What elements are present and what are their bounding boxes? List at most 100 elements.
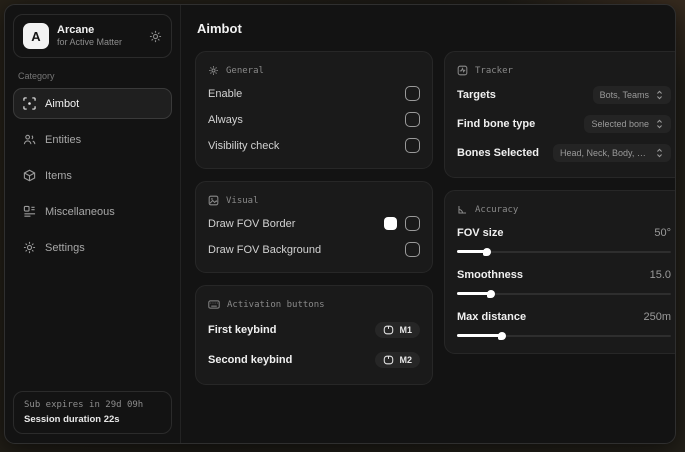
setting-label: Visibility check bbox=[208, 139, 280, 152]
always-checkbox[interactable] bbox=[405, 112, 420, 127]
slider-fill bbox=[457, 331, 506, 340]
tracker-row-bones-selected: Bones Selected Head, Neck, Body, Pe... bbox=[457, 140, 671, 166]
visual-card-header: Visual bbox=[208, 191, 420, 212]
layout-list-icon bbox=[23, 205, 36, 218]
accuracy-card-header: Accuracy bbox=[457, 200, 671, 221]
slider-header: Smoothness 15.0 bbox=[457, 263, 671, 286]
activation-card-header: Activation buttons bbox=[208, 295, 420, 316]
mouse-icon bbox=[383, 355, 394, 365]
keybind-row-second: Second keybind M2 bbox=[208, 346, 420, 373]
tracker-card: Tracker Targets Bots, Teams Find bone ty… bbox=[444, 51, 675, 178]
find-bone-type-value: Selected bone bbox=[591, 119, 649, 129]
tracker-label: Targets bbox=[457, 89, 496, 101]
bones-selected-select[interactable]: Head, Neck, Body, Pe... bbox=[553, 144, 671, 162]
second-keybind-button[interactable]: M2 bbox=[375, 351, 420, 368]
max-distance-slider[interactable] bbox=[457, 331, 671, 340]
activation-card-title: Activation buttons bbox=[227, 299, 325, 310]
general-card-header: General bbox=[208, 61, 420, 82]
visibility-check-checkbox[interactable] bbox=[405, 138, 420, 153]
slider-group-smoothness: Smoothness 15.0 bbox=[457, 263, 671, 298]
find-bone-type-select[interactable]: Selected bone bbox=[584, 115, 671, 133]
sidebar-item-label: Items bbox=[45, 169, 72, 182]
slider-label: Max distance bbox=[457, 310, 527, 323]
tracker-card-header: Tracker bbox=[457, 61, 671, 82]
slider-fill bbox=[457, 247, 491, 256]
mouse-icon bbox=[383, 325, 394, 335]
targets-value: Bots, Teams bbox=[599, 90, 649, 100]
fov-size-slider[interactable] bbox=[457, 247, 671, 256]
keybind-label: First keybind bbox=[208, 323, 277, 336]
keyboard-icon bbox=[208, 299, 220, 310]
fov-border-color-swatch[interactable] bbox=[384, 217, 397, 230]
keybind-row-first: First keybind M1 bbox=[208, 316, 420, 343]
tracker-label: Bones Selected bbox=[457, 147, 539, 159]
setting-label: Draw FOV Background bbox=[208, 243, 322, 256]
setting-label: Always bbox=[208, 113, 243, 126]
unfold-icon bbox=[655, 90, 664, 100]
sidebar-item-label: Entities bbox=[45, 133, 82, 146]
slider-value: 250m bbox=[643, 310, 671, 323]
tracker-row-find-bone-type: Find bone type Selected bone bbox=[457, 111, 671, 137]
keybind-label: Second keybind bbox=[208, 353, 293, 366]
slider-header: FOV size 50° bbox=[457, 221, 671, 244]
smoothness-slider[interactable] bbox=[457, 289, 671, 298]
visual-card-title: Visual bbox=[226, 195, 259, 206]
sidebar-item-label: Settings bbox=[45, 241, 85, 254]
general-card-title: General bbox=[226, 65, 264, 76]
draw-fov-border-checkbox[interactable] bbox=[405, 216, 420, 231]
unfold-icon bbox=[655, 148, 664, 158]
slider-fill bbox=[457, 289, 496, 298]
gear-icon bbox=[23, 241, 36, 254]
setting-label: Enable bbox=[208, 87, 243, 100]
keybind-value: M2 bbox=[399, 354, 412, 365]
draw-fov-background-checkbox[interactable] bbox=[405, 242, 420, 257]
sidebar-item-aimbot[interactable]: Aimbot bbox=[13, 88, 172, 119]
general-gear-icon bbox=[208, 65, 219, 76]
brand-title: Arcane bbox=[57, 23, 95, 36]
enable-checkbox[interactable] bbox=[405, 86, 420, 101]
accuracy-card: Accuracy FOV size 50° Smoothness 15.0 Ma… bbox=[444, 190, 675, 354]
slider-thumb[interactable] bbox=[487, 289, 496, 298]
activation-buttons-card: Activation buttons First keybind M1 Seco… bbox=[195, 285, 433, 385]
sidebar-item-items[interactable]: Items bbox=[13, 160, 172, 191]
sidebar-item-label: Aimbot bbox=[45, 97, 80, 110]
tracker-row-targets: Targets Bots, Teams bbox=[457, 82, 671, 108]
brand-header: A Arcane for Active Matter bbox=[13, 14, 172, 58]
cube-icon bbox=[23, 169, 36, 182]
setting-label: Draw FOV Border bbox=[208, 217, 296, 230]
sidebar-item-label: Miscellaneous bbox=[45, 205, 115, 218]
slider-thumb[interactable] bbox=[497, 331, 506, 340]
tracker-card-title: Tracker bbox=[475, 65, 513, 76]
main-panel: Aimbot General Enable Always Visibility … bbox=[181, 5, 675, 443]
unfold-icon bbox=[655, 119, 664, 129]
sidebar-item-settings[interactable]: Settings bbox=[13, 232, 172, 263]
slider-label: Smoothness bbox=[457, 268, 524, 281]
tracker-label: Find bone type bbox=[457, 118, 536, 130]
category-label: Category bbox=[18, 71, 55, 81]
session-duration-text: Session duration 22s bbox=[24, 414, 120, 425]
crosshair-scan-icon bbox=[23, 97, 36, 110]
sidebar-item-entities[interactable]: Entities bbox=[13, 124, 172, 155]
setting-row-draw-fov-background: Draw FOV Background bbox=[208, 238, 420, 261]
people-icon bbox=[23, 133, 36, 146]
sidebar-item-miscellaneous[interactable]: Miscellaneous bbox=[13, 196, 172, 227]
setting-row-always: Always bbox=[208, 108, 420, 131]
slider-thumb[interactable] bbox=[482, 247, 491, 256]
slider-label: FOV size bbox=[457, 226, 504, 239]
image-icon bbox=[208, 195, 219, 206]
slider-header: Max distance 250m bbox=[457, 305, 671, 328]
slider-group-fov-size: FOV size 50° bbox=[457, 221, 671, 256]
keybind-value: M1 bbox=[399, 324, 412, 335]
setting-row-draw-fov-border: Draw FOV Border bbox=[208, 212, 420, 235]
sidebar: A Arcane for Active Matter Category Aimb bbox=[5, 5, 181, 443]
arcane-logo: A bbox=[23, 23, 49, 49]
angle-icon bbox=[457, 204, 468, 215]
slider-value: 50° bbox=[654, 226, 671, 239]
arcane-window: A Arcane for Active Matter Category Aimb bbox=[4, 4, 676, 444]
page-title: Aimbot bbox=[197, 21, 242, 36]
bones-selected-value: Head, Neck, Body, Pe... bbox=[560, 148, 649, 158]
first-keybind-button[interactable]: M1 bbox=[375, 321, 420, 338]
targets-select[interactable]: Bots, Teams bbox=[592, 86, 671, 104]
brand-subtitle: for Active Matter bbox=[57, 37, 123, 48]
gear-icon[interactable] bbox=[149, 30, 162, 43]
